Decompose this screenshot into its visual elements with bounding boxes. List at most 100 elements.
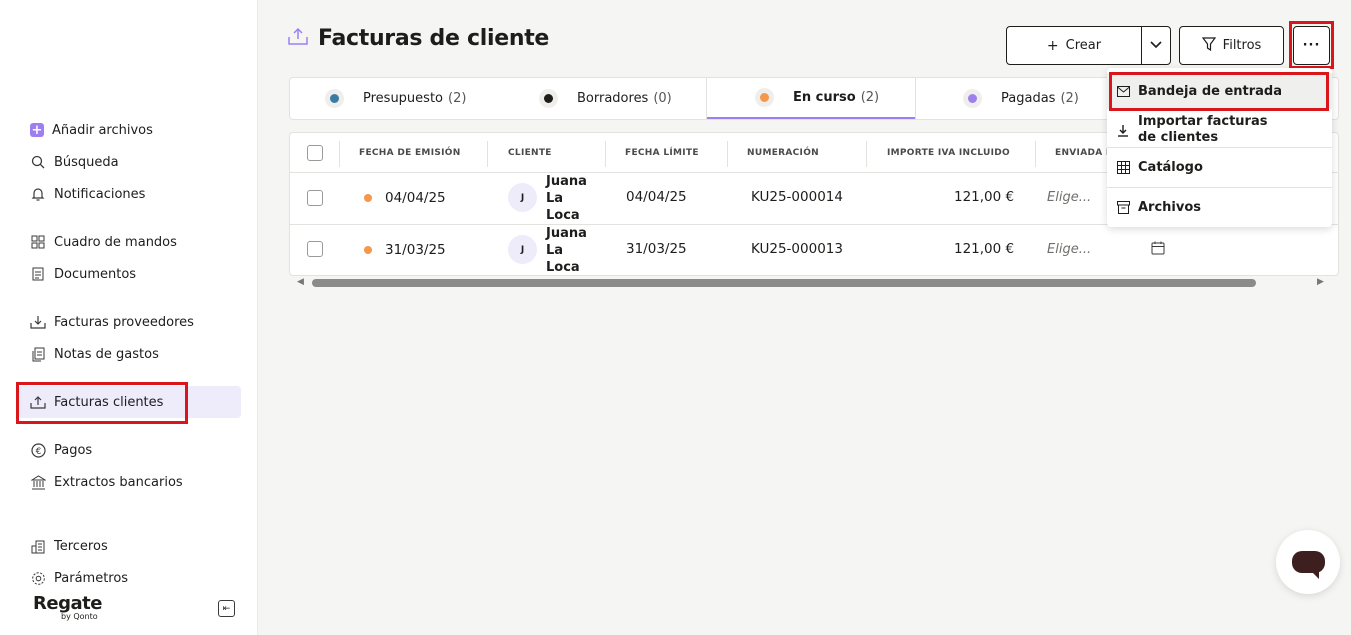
bank-icon: [30, 474, 46, 490]
tab-count: (0): [653, 91, 672, 106]
euro-icon: €: [30, 442, 46, 458]
column-header-issue-date[interactable]: FECHA DE EMISIÓN: [359, 133, 461, 173]
column-divider: [1035, 141, 1036, 167]
status-dot: [330, 94, 339, 103]
document-icon: [30, 266, 46, 282]
filter-icon: [1201, 36, 1216, 55]
sidebar-item-label: Parámetros: [54, 570, 129, 586]
status-dot: [364, 194, 372, 202]
chat-bubble-icon: [1291, 551, 1325, 579]
upload-tray-icon: [288, 27, 308, 50]
create-button[interactable]: + Crear: [1006, 26, 1142, 65]
column-header-number[interactable]: NUMERACIÓN: [747, 133, 819, 173]
menu-item-archive[interactable]: Archivos: [1107, 188, 1332, 227]
brand-sub: by Qonto: [61, 612, 98, 621]
client-name-line: Loca: [546, 260, 580, 275]
receipt-icon: [30, 346, 46, 362]
download-tray-icon: [30, 314, 46, 330]
menu-item-label: Importar facturas de clientes: [1138, 114, 1268, 145]
tab-pagadas[interactable]: Pagadas (2): [968, 78, 1108, 119]
select-all-checkbox[interactable]: [307, 145, 323, 161]
sidebar-item-search[interactable]: Búsqueda: [18, 146, 241, 178]
due-date: 04/04/25: [626, 189, 687, 205]
tab-count: (2): [1060, 91, 1079, 106]
status-dot: [968, 94, 977, 103]
sidebar-item-notifications[interactable]: Notificaciones: [18, 178, 241, 210]
tab-divider: [915, 78, 916, 119]
gear-icon: [30, 570, 46, 586]
avatar: J: [508, 183, 537, 212]
invoice-number: KU25-000014: [751, 189, 843, 205]
sidebar-item-label: Documentos: [54, 266, 137, 282]
tab-label: Presupuesto: [363, 91, 443, 106]
sent-select[interactable]: Elige...: [1047, 242, 1091, 257]
menu-item-import[interactable]: Importar facturas de clientes: [1107, 112, 1332, 148]
search-icon: [30, 154, 46, 170]
row-checkbox[interactable]: [307, 190, 323, 206]
tab-borradores[interactable]: Borradores (0): [544, 78, 704, 119]
brand-name: Regate: [33, 593, 102, 614]
tab-en-curso[interactable]: En curso (2): [707, 78, 915, 119]
column-divider: [339, 141, 340, 167]
sidebar-item-label: Añadir archivos: [52, 122, 153, 138]
sidebar-item-settings[interactable]: Parámetros: [18, 562, 241, 594]
scroll-left-icon[interactable]: ◀: [297, 277, 304, 287]
catalog-icon: [1116, 161, 1130, 174]
tab-presupuesto[interactable]: Presupuesto (2): [330, 78, 530, 119]
sidebar-item-label: Pagos: [54, 442, 93, 458]
sidebar: + Añadir archivos Búsqueda Notificacione…: [0, 0, 258, 635]
tab-label: En curso: [793, 90, 856, 105]
sidebar-item-label: Notificaciones: [54, 186, 146, 202]
chat-support-button[interactable]: [1276, 530, 1340, 594]
column-header-due-date[interactable]: FECHA LÍMITE: [625, 133, 699, 173]
sidebar-item-add-files[interactable]: + Añadir archivos: [18, 114, 241, 146]
sidebar-item-dashboard[interactable]: Cuadro de mandos: [18, 226, 241, 258]
client-name-line: Juana: [546, 226, 587, 241]
sidebar-item-expense-notes[interactable]: Notas de gastos: [18, 338, 241, 370]
client-name-line: Loca: [546, 208, 580, 223]
column-divider: [487, 141, 488, 167]
client-name[interactable]: Juana La Loca: [546, 173, 587, 224]
menu-item-label: Archivos: [1138, 200, 1202, 215]
calendar-icon[interactable]: [1151, 241, 1165, 255]
sidebar-item-label: Cuadro de mandos: [54, 234, 177, 250]
sidebar-item-label: Terceros: [54, 538, 108, 554]
sidebar-item-payments[interactable]: € Pagos: [18, 434, 241, 466]
client-name[interactable]: Juana La Loca: [546, 225, 587, 275]
column-header-sent[interactable]: ENVIADA E: [1055, 133, 1112, 173]
grid-icon: [30, 234, 46, 250]
tab-label: Pagadas: [1001, 91, 1056, 106]
create-button-label: Crear: [1065, 38, 1102, 53]
sidebar-item-supplier-invoices[interactable]: Facturas proveedores: [18, 306, 241, 338]
svg-text:€: €: [35, 447, 41, 457]
page-title: Facturas de cliente: [318, 26, 550, 51]
sidebar-item-documents[interactable]: Documentos: [18, 258, 241, 290]
highlight-box: [16, 382, 188, 424]
menu-item-catalog[interactable]: Catálogo: [1107, 148, 1332, 187]
issue-date: 31/03/25: [385, 242, 446, 258]
status-dot: [760, 93, 769, 102]
scroll-right-icon[interactable]: ▶: [1317, 277, 1324, 287]
sidebar-item-third-parties[interactable]: Terceros: [18, 530, 241, 562]
status-dot: [544, 94, 553, 103]
sidebar-item-bank-statements[interactable]: Extractos bancarios: [18, 466, 241, 498]
filters-button-label: Filtros: [1222, 38, 1262, 53]
column-header-amount[interactable]: IMPORTE IVA INCLUIDO: [887, 133, 1010, 173]
collapse-sidebar-icon[interactable]: ⇤: [218, 600, 235, 617]
tab-count: (2): [860, 90, 880, 105]
filters-button[interactable]: Filtros: [1179, 26, 1284, 65]
column-header-client[interactable]: CLIENTE: [508, 133, 552, 173]
amount: 121,00 €: [954, 241, 1015, 257]
building-icon: [30, 538, 46, 554]
horizontal-scrollbar[interactable]: [312, 279, 1256, 287]
status-dot: [364, 246, 372, 254]
create-dropdown-button[interactable]: [1141, 26, 1171, 65]
issue-date-cell: 04/04/25: [364, 189, 446, 207]
bell-icon: [30, 186, 46, 202]
sidebar-item-label: Extractos bancarios: [54, 474, 183, 490]
import-icon: [1116, 124, 1130, 137]
sent-select[interactable]: Elige...: [1047, 190, 1091, 205]
row-checkbox[interactable]: [307, 241, 323, 257]
invoice-number: KU25-000013: [751, 241, 843, 257]
client-name-line: Juana: [546, 174, 587, 189]
